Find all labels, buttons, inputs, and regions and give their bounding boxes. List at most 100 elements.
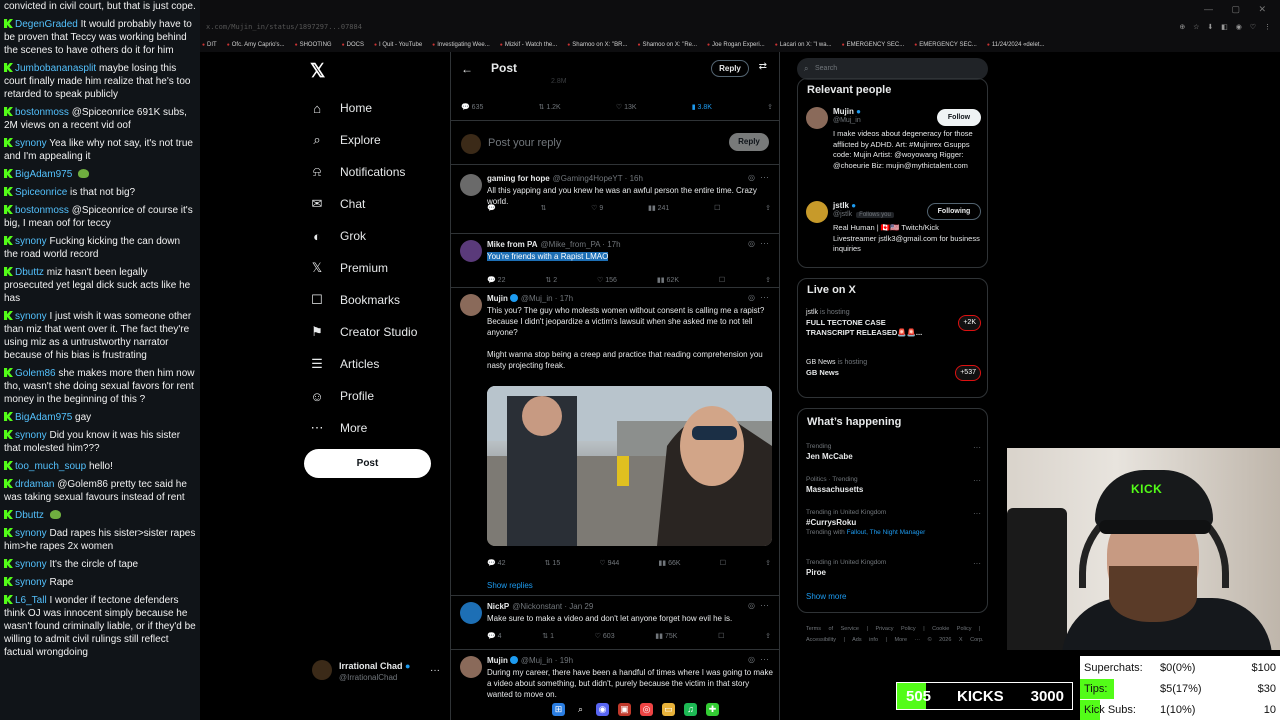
window-controls[interactable]: — ▢ ✕ <box>1204 4 1274 15</box>
share-icon[interactable]: ⇪ <box>765 632 771 640</box>
more-icon[interactable]: ··· <box>973 509 981 518</box>
bookmark-item[interactable]: I Quit - YouTube <box>374 42 422 48</box>
header-reply-button[interactable]: Reply <box>711 60 749 77</box>
author-name[interactable]: Mujin <box>487 294 508 303</box>
views-icon[interactable]: ▮▮ 75K <box>655 632 677 640</box>
trend-item[interactable]: Trending in United Kingdom #CurrysRoku Tre… <box>806 509 981 536</box>
repost-icon[interactable]: ⇅ 2 <box>545 276 557 284</box>
views-icon[interactable]: ▮▮ 241 <box>648 204 669 212</box>
views-icon[interactable]: ▮▮ 66K <box>658 559 680 567</box>
chat-username[interactable]: synony <box>15 430 47 441</box>
bookmark-item[interactable]: Investigating Wee... <box>432 42 490 48</box>
live-item[interactable]: jstlk is hosting FULL TECTONE CASE TRANSC… <box>806 309 981 338</box>
reply-count[interactable]: 💬 635 <box>461 103 483 115</box>
reply-icon[interactable]: 💬 42 <box>487 559 505 567</box>
avatar[interactable] <box>460 294 482 316</box>
trend-sub-links[interactable]: Fallout, The Night Manager <box>847 529 926 536</box>
like-icon[interactable]: ♡ 944 <box>599 559 619 567</box>
bookmark-item[interactable]: Mizkif - Watch the... <box>500 42 557 48</box>
show-replies-link[interactable]: Show replies <box>487 581 533 590</box>
author-name[interactable]: gaming for hope <box>487 174 550 183</box>
app-icon[interactable]: ▣ <box>618 702 631 716</box>
trend-item[interactable]: Politics · Trending Massachusetts ··· <box>806 476 981 494</box>
sidebar-item-premium[interactable]: 𝕏 Premium <box>308 252 417 284</box>
chat-username[interactable]: bostonmoss <box>15 107 69 118</box>
avatar[interactable] <box>460 240 482 262</box>
avatar[interactable] <box>460 174 482 196</box>
search-input[interactable]: ⌕ Search <box>797 58 988 80</box>
bookmark-item[interactable]: DIT <box>202 42 217 48</box>
chat-username[interactable]: DegenGraded <box>15 19 78 30</box>
show-more-link[interactable]: Show more <box>806 592 846 601</box>
chat-username[interactable]: synony <box>15 577 47 588</box>
trend-item[interactable]: Trending in United Kingdom Piroe ··· <box>806 559 981 577</box>
author-name[interactable]: Mujin <box>487 656 508 665</box>
chat-username[interactable]: synony <box>15 559 47 570</box>
tweet-video[interactable] <box>487 386 772 546</box>
bookmark-icon[interactable]: ☐ <box>714 204 720 212</box>
bookmark-item[interactable]: Lacari on X: "I wa... <box>775 42 832 48</box>
more-icon[interactable]: ··· <box>760 600 769 610</box>
chat-username[interactable]: Spiceonrice <box>15 187 67 198</box>
discord-icon[interactable]: ◉ <box>596 702 609 716</box>
following-button[interactable]: Following <box>927 203 981 220</box>
chat-username[interactable]: Dbuttz <box>15 267 44 278</box>
grok-icon[interactable]: ◎ <box>748 293 755 302</box>
repost-icon[interactable]: ⇅ <box>540 204 546 212</box>
bookmark-icon[interactable]: ☐ <box>720 559 726 567</box>
more-icon[interactable]: ··· <box>973 476 981 485</box>
account-switcher[interactable]: Irrational Chad ● @IrrationalChad ··· <box>312 660 442 686</box>
bookmark-item[interactable]: 11/24/2024 «delet... <box>987 42 1045 48</box>
chat-username[interactable]: Jumbobananasplit <box>15 63 96 74</box>
chat-username[interactable]: L6_Tall <box>15 595 47 606</box>
bookmark-item[interactable]: Shamoo on X: "Re... <box>637 42 698 48</box>
chat-username[interactable]: drdaman <box>15 479 54 490</box>
more-icon[interactable]: ··· <box>430 665 440 676</box>
bookmark-count[interactable]: ▮ 3.8K <box>692 103 712 115</box>
toolbar-icons[interactable]: ⊕ ☆ ⬇ ◧ ◉ ♡ ⋮ <box>1179 23 1274 31</box>
back-arrow-icon[interactable]: ← <box>461 62 473 76</box>
chat-username[interactable]: BigAdam975 <box>15 412 72 423</box>
footer-links[interactable]: Terms of Service | Privacy Policy | Cook… <box>806 624 986 646</box>
author-name[interactable]: NickP <box>487 602 509 611</box>
trend-item[interactable]: Trending Jen McCabe ··· <box>806 443 981 461</box>
follow-button[interactable]: Follow <box>937 109 981 126</box>
bookmark-item[interactable]: EMERGENCY SEC... <box>842 42 905 48</box>
address-bar[interactable]: x.com/Mujin_in/status/1897297...07884 ⊕ … <box>200 22 1280 36</box>
app-icon[interactable]: ✚ <box>706 702 719 716</box>
grok-icon[interactable]: ◎ <box>748 655 755 664</box>
chat-username[interactable]: Dbuttz <box>15 510 44 521</box>
folder-icon[interactable]: ▭ <box>662 702 675 716</box>
chat-username[interactable]: synony <box>15 311 47 322</box>
sidebar-item-bookmarks[interactable]: ☐ Bookmarks <box>308 284 417 316</box>
reply-icon[interactable]: 💬 4 <box>487 632 502 640</box>
share-icon[interactable]: ⇪ <box>767 103 773 115</box>
chat-username[interactable]: synony <box>15 236 47 247</box>
chat-username[interactable]: bostonmoss <box>15 205 69 216</box>
live-item[interactable]: GB News is hosting GB News +537 <box>806 359 981 381</box>
avatar[interactable] <box>806 107 828 129</box>
bookmark-item[interactable]: SHOOTING <box>295 42 332 48</box>
sidebar-item-chat[interactable]: ✉ Chat <box>308 188 417 220</box>
bookmark-item[interactable]: Ofc. Amy Caprio's... <box>227 42 285 48</box>
bookmark-item[interactable]: DOCS <box>342 42 364 48</box>
more-icon[interactable]: ··· <box>760 654 769 664</box>
chat-username[interactable]: synony <box>15 138 47 149</box>
sidebar-item-articles[interactable]: ☰ Articles <box>308 348 417 380</box>
person-name[interactable]: jstlk ● <box>833 201 856 210</box>
share-icon[interactable]: ⇪ <box>765 276 771 284</box>
repost-count[interactable]: ⇅ 1.2K <box>539 103 561 115</box>
post-button[interactable]: Post <box>304 449 431 478</box>
share-icon[interactable]: ⇪ <box>765 559 771 567</box>
sidebar-item-creator-studio[interactable]: ⚑ Creator Studio <box>308 316 417 348</box>
grok-icon[interactable]: ◎ <box>748 239 755 248</box>
reply-input[interactable]: Post your reply <box>488 137 561 149</box>
sliders-icon[interactable]: ⇄ <box>759 61 767 72</box>
more-icon[interactable]: ··· <box>760 238 769 248</box>
sidebar-item-explore[interactable]: ⌕ Explore <box>308 124 417 156</box>
like-icon[interactable]: ♡ 603 <box>595 632 615 640</box>
chat-username[interactable]: synony <box>15 528 47 539</box>
more-icon[interactable]: ··· <box>760 172 769 182</box>
bookmark-item[interactable]: EMERGENCY SEC... <box>914 42 977 48</box>
sidebar-item-more[interactable]: ⋯ More <box>308 412 417 444</box>
